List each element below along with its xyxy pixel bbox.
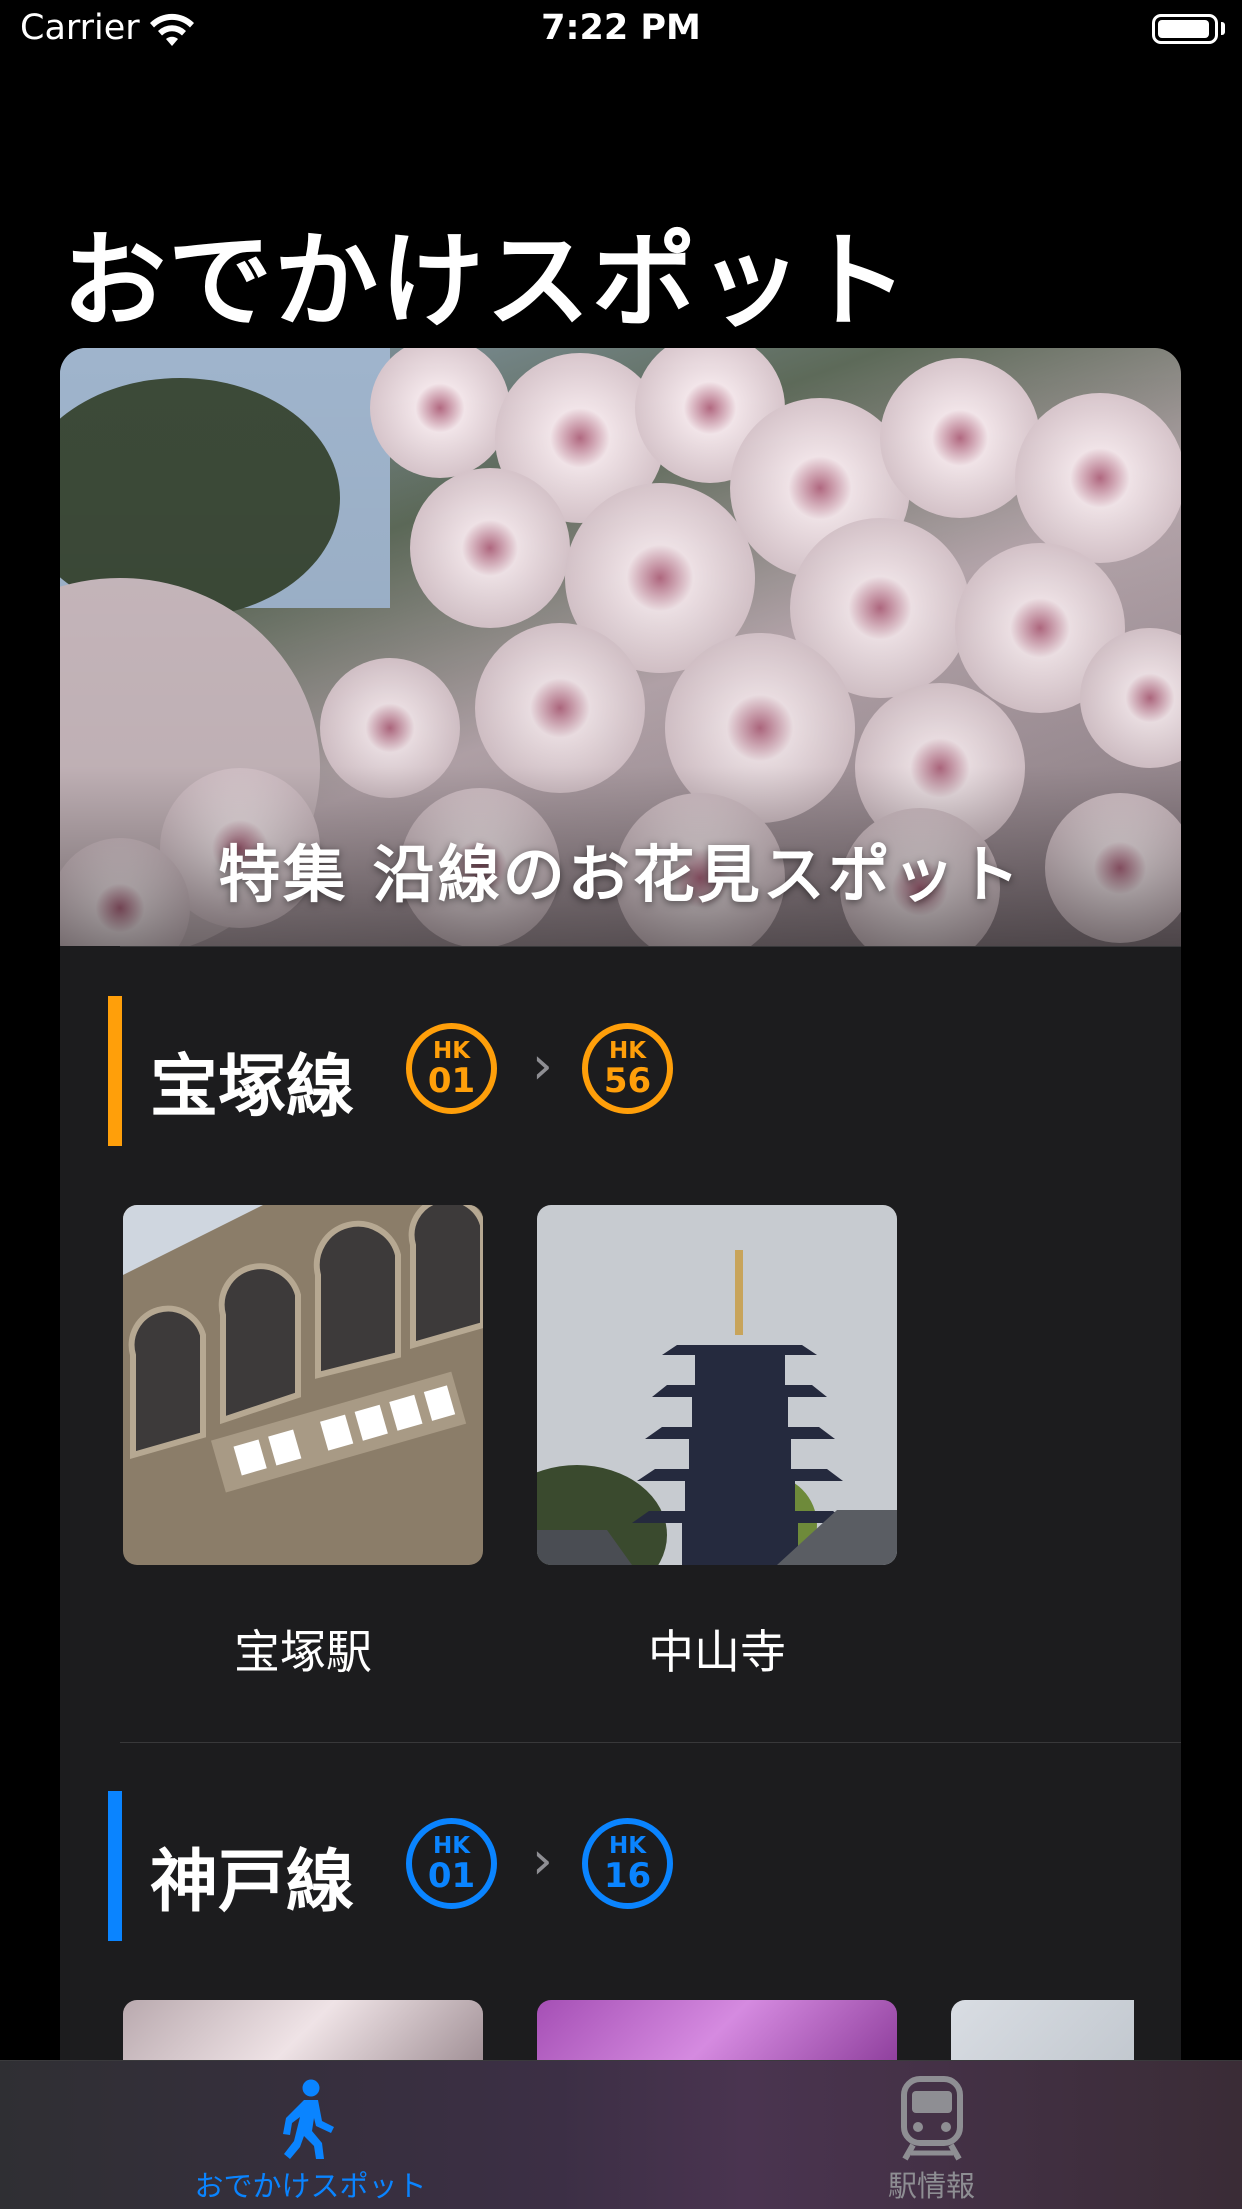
badge-code: HK	[432, 1833, 471, 1859]
badge-number: 56	[603, 1061, 652, 1101]
station-badge-start: HK 01	[406, 1818, 497, 1909]
tab-bar: おでかけスポット 駅情報	[0, 2060, 1242, 2209]
station-badge-start: HK 01	[406, 1023, 497, 1114]
spot-label: 宝塚駅	[234, 1625, 372, 1679]
spot-card-kobe-2[interactable]	[537, 2000, 897, 2066]
line-color-bar	[108, 1791, 122, 1941]
line-name-takarazuka[interactable]: 宝塚線	[150, 1031, 354, 1130]
train-icon	[901, 2076, 963, 2161]
tab-label: おでかけスポット	[194, 2169, 427, 2203]
divider	[120, 1742, 1181, 1743]
battery-icon	[1152, 14, 1218, 44]
station-badge-end: HK 56	[582, 1023, 673, 1114]
spot-card-kobe-3[interactable]	[951, 2000, 1134, 2066]
badge-number: 01	[427, 1061, 476, 1101]
battery-level	[1158, 20, 1210, 38]
badge-code: HK	[608, 1833, 647, 1859]
spot-card-kobe-1[interactable]	[123, 2000, 483, 2066]
featured-card[interactable]: 特集 沿線のお花見スポット	[60, 348, 1181, 946]
lines-panel: 宝塚線 HK 01 › HK 56 宝塚駅 中山寺 神戸線 HK 01 › HK…	[60, 946, 1181, 2066]
tab-odekake-spot[interactable]: おでかけスポット	[0, 2061, 621, 2209]
featured-title: 特集 沿線のお花見スポット	[218, 838, 1023, 911]
station-building-photo	[123, 1205, 483, 1565]
line-name-kobe[interactable]: 神戸線	[150, 1826, 354, 1925]
spot-label: 中山寺	[648, 1625, 786, 1679]
battery-nub	[1221, 22, 1225, 35]
walking-person-icon	[283, 2079, 334, 2159]
chevron-right-icon: ›	[532, 1036, 553, 1096]
spot-card-takarazuka-station[interactable]	[123, 1205, 483, 1565]
pagoda-photo	[537, 1205, 897, 1565]
chevron-right-icon: ›	[532, 1831, 553, 1891]
badge-number: 01	[427, 1856, 476, 1896]
page-title: おでかけスポット	[62, 220, 911, 342]
spot-card-nakayamadera[interactable]	[537, 1205, 897, 1565]
tab-station-info[interactable]: 駅情報	[621, 2061, 1242, 2209]
badge-code: HK	[432, 1038, 471, 1064]
tab-label: 駅情報	[887, 2169, 975, 2203]
station-badge-end: HK 16	[582, 1818, 673, 1909]
divider	[120, 946, 1181, 947]
line-color-bar	[108, 996, 122, 1146]
status-time: 7:22 PM	[541, 8, 701, 48]
badge-code: HK	[608, 1038, 647, 1064]
badge-number: 16	[603, 1856, 652, 1896]
